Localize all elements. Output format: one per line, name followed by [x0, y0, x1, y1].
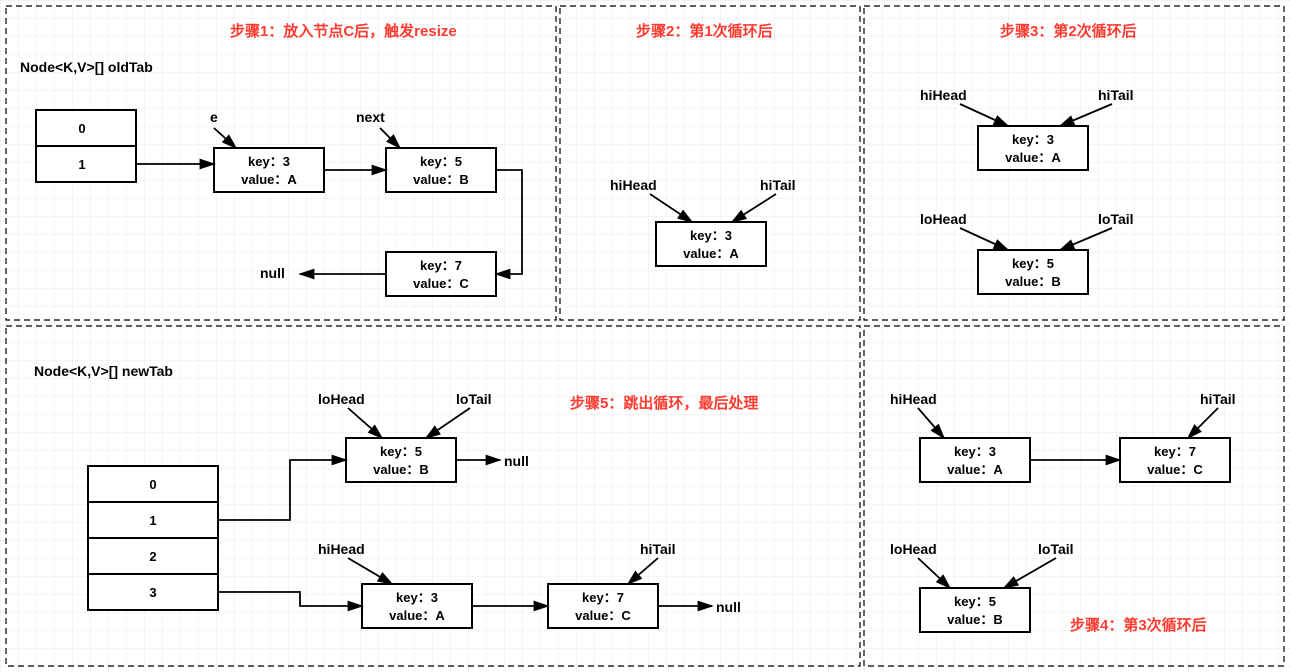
svg-text:value：B: value：B [1005, 274, 1061, 289]
label-lohead-5: loHead [318, 391, 365, 407]
arrow [960, 104, 1008, 126]
arrow [496, 170, 522, 274]
arrow [218, 592, 362, 606]
label-hihead-5: hiHead [318, 541, 365, 557]
svg-text:key：5: key：5 [1012, 256, 1054, 271]
label-hitail-5: hiTail [640, 541, 676, 557]
newtab-array: 0 1 2 3 [88, 466, 218, 610]
svg-text:key：3: key：3 [1012, 132, 1054, 147]
label-hitail-4: hiTail [1200, 391, 1236, 407]
svg-text:key：3: key：3 [396, 590, 438, 605]
svg-text:value：A: value：A [389, 608, 445, 623]
svg-text:value：A: value：A [947, 462, 1003, 477]
cell-0 [36, 110, 136, 146]
svg-text:key：5: key：5 [380, 444, 422, 459]
arrow [960, 228, 1008, 250]
svg-text:value：C: value：C [413, 276, 469, 291]
label-next: next [356, 109, 385, 125]
label-hitail-2: hiTail [760, 177, 796, 193]
arrow [426, 408, 470, 438]
label-hihead-2: hiHead [610, 177, 657, 193]
label-hihead-4: hiHead [890, 391, 937, 407]
label-null-lo: null [504, 453, 529, 469]
svg-text:key：3: key：3 [248, 154, 290, 169]
svg-text:value：A: value：A [241, 172, 297, 187]
label-null-hi: null [716, 599, 741, 615]
svg-text:key：7: key：7 [582, 590, 624, 605]
arrow [628, 558, 658, 584]
svg-text:value：C: value：C [1147, 462, 1203, 477]
svg-text:key：3: key：3 [690, 228, 732, 243]
label-lohead-4: loHead [890, 541, 937, 557]
caption-step3: 步骤3：第2次循环后 [1000, 22, 1137, 40]
arrow [348, 558, 392, 584]
svg-text:key：3: key：3 [954, 444, 996, 459]
label-null-1: null [260, 265, 285, 281]
arrow [1060, 104, 1112, 126]
label-hitail-3: hiTail [1098, 87, 1134, 103]
svg-text:value：A: value：A [1005, 150, 1061, 165]
label-lotail-5: loTail [456, 391, 492, 407]
svg-text:1: 1 [149, 513, 156, 528]
svg-text:value：A: value：A [683, 246, 739, 261]
arrow [348, 408, 382, 438]
svg-text:value：B: value：B [413, 172, 469, 187]
label-lotail-3: loTail [1098, 211, 1134, 227]
label-e: e [210, 109, 218, 125]
cell-1 [36, 146, 136, 182]
svg-text:key：5: key：5 [954, 594, 996, 609]
svg-text:key：7: key：7 [1154, 444, 1196, 459]
arrow [218, 460, 346, 520]
svg-text:0: 0 [149, 477, 156, 492]
arrow [1004, 558, 1056, 588]
svg-text:value：B: value：B [947, 612, 1003, 627]
caption-step5: 步骤5：跳出循环，最后处理 [570, 394, 758, 412]
arrow [214, 128, 236, 148]
arrow [1060, 228, 1112, 250]
label-lotail-4: loTail [1038, 541, 1074, 557]
caption-step4: 步骤4：第3次循环后 [1070, 616, 1207, 634]
arrow [1188, 408, 1218, 438]
panel-step2 [560, 6, 860, 320]
caption-step1: 步骤1：放入节点C后，触发resize [230, 22, 457, 40]
svg-text:key：5: key：5 [420, 154, 462, 169]
oldtab-array: 0 1 [36, 110, 136, 182]
label-oldtab: Node<K,V>[] oldTab [20, 59, 153, 75]
svg-text:2: 2 [149, 549, 156, 564]
svg-text:value：B: value：B [373, 462, 429, 477]
svg-text:0: 0 [78, 121, 85, 136]
svg-text:1: 1 [78, 157, 85, 172]
arrow [732, 194, 776, 222]
svg-text:value：C: value：C [575, 608, 631, 623]
caption-step2: 步骤2：第1次循环后 [636, 22, 773, 40]
arrow [918, 408, 944, 438]
arrow [918, 558, 950, 588]
svg-text:3: 3 [149, 585, 156, 600]
label-newtab: Node<K,V>[] newTab [34, 363, 173, 379]
label-lohead-3: loHead [920, 211, 967, 227]
label-hihead-3: hiHead [920, 87, 967, 103]
svg-text:key：7: key：7 [420, 258, 462, 273]
arrow [380, 128, 400, 148]
arrow [650, 194, 692, 222]
diagram-canvas: 步骤1：放入节点C后，触发resize 步骤2：第1次循环后 步骤3：第2次循环… [0, 0, 1290, 672]
